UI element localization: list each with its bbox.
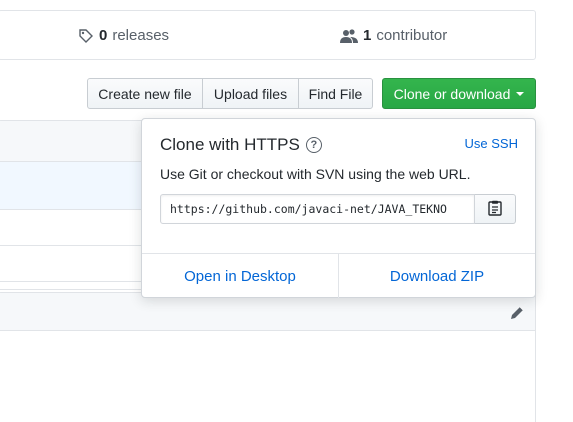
popover-description: Use Git or checkout with SVN using the w… [160, 166, 471, 182]
pencil-icon[interactable] [509, 305, 525, 324]
popover-title-text: Clone with HTTPS [160, 135, 300, 154]
clone-url-input[interactable] [160, 194, 476, 224]
use-ssh-link[interactable]: Use SSH [465, 136, 518, 151]
download-zip-button[interactable]: Download ZIP [338, 254, 535, 298]
popover-title: Clone with HTTPS ? [160, 135, 322, 155]
contributors-count: 1 [363, 27, 372, 44]
clipboard-icon [488, 200, 502, 219]
contributors-label: contributor [376, 27, 448, 44]
clone-or-download-button[interactable]: Clone or download [382, 78, 536, 109]
releases-label: releases [112, 27, 170, 44]
repo-summary-bar: 0 releases 1 contributor [0, 10, 536, 60]
clone-url-group [160, 194, 516, 224]
releases-count: 0 [99, 27, 108, 44]
popover-footer: Open in Desktop Download ZIP [142, 253, 535, 298]
clone-popover: Clone with HTTPS ? Use SSH Use Git or ch… [141, 118, 536, 298]
copy-url-button[interactable] [475, 194, 516, 224]
create-new-file-button[interactable]: Create new file [87, 78, 203, 109]
upload-files-button[interactable]: Upload files [202, 78, 299, 109]
people-icon [340, 28, 358, 44]
open-in-desktop-button[interactable]: Open in Desktop [142, 254, 338, 298]
readme-box [0, 292, 536, 422]
tag-icon [78, 28, 94, 44]
clone-or-download-label: Clone or download [393, 85, 511, 102]
caret-down-icon [516, 91, 525, 96]
readme-header [0, 293, 535, 331]
releases-link[interactable]: 0 releases [78, 27, 169, 44]
contributors-link[interactable]: 1 contributor [340, 27, 447, 44]
question-icon[interactable]: ? [305, 137, 322, 153]
find-file-button[interactable]: Find File [298, 78, 373, 109]
